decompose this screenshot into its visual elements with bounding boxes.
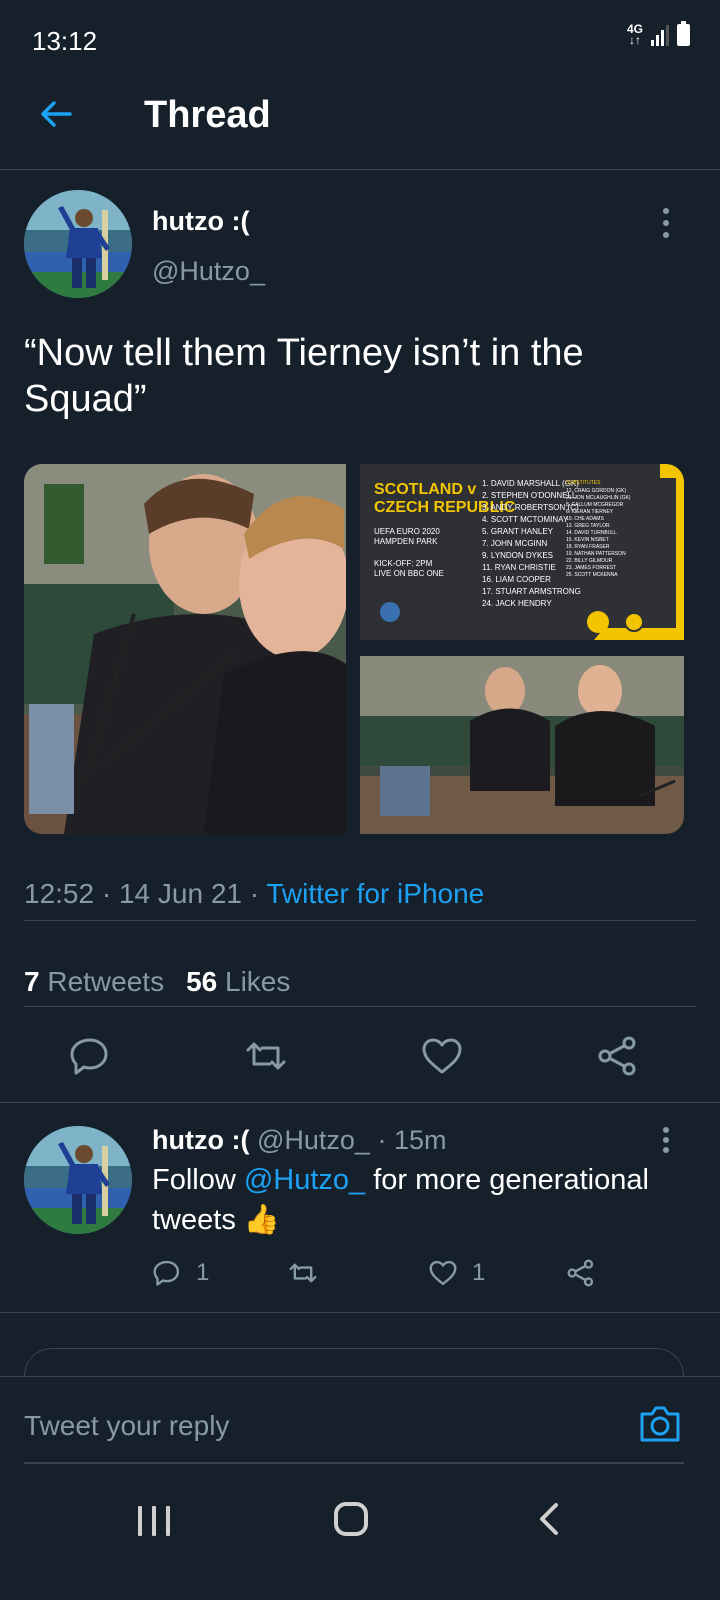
- avatar[interactable]: [24, 190, 132, 298]
- lineup-substitute: 19. NATHAN PATTERSON: [566, 551, 626, 557]
- lineup-substitute: 12. CRAIG GORDON (GK): [566, 488, 626, 494]
- lineup-substitute: 13. GREG TAYLOR: [566, 523, 610, 529]
- lineup-substitute: 23. JAMES FORREST: [566, 565, 616, 571]
- share-icon[interactable]: [596, 1034, 640, 1078]
- reply-text: Follow @Hutzo_ for more generational twe…: [152, 1160, 692, 1240]
- reply-retweet-action[interactable]: [288, 1258, 318, 1288]
- retweets-count: 7: [24, 966, 40, 997]
- reply-more-options-icon[interactable]: [656, 1126, 676, 1154]
- lineup-player: 2. STEPHEN O'DONNELL: [482, 491, 577, 500]
- reply-input[interactable]: Tweet your reply: [24, 1410, 229, 1442]
- like-icon: [429, 1260, 457, 1286]
- lineup-substitute: 15. KEVIN NISBET: [566, 537, 609, 543]
- status-time: 13:12: [32, 26, 98, 56]
- tweet-text: “Now tell them Tierney isn’t in the Squa…: [24, 332, 584, 420]
- lineup-player: 3. ANDY ROBERTSON (C): [482, 503, 579, 512]
- tweet-photo-2[interactable]: SCOTLAND v CZECH REPUBLIC UEFA EURO 2020…: [360, 464, 684, 640]
- reply-author-name[interactable]: hutzo :(: [152, 1125, 249, 1155]
- divider: [0, 1102, 720, 1103]
- top-app-bar: Thread: [0, 60, 720, 170]
- tweet-stats: 7 Retweets 56 Likes: [24, 966, 290, 998]
- likes-stat[interactable]: 56 Likes: [186, 966, 290, 998]
- graphic-event: UEFA EURO 2020: [374, 527, 440, 536]
- lineup-player: 16. LIAM COOPER: [482, 575, 551, 584]
- reply-time: · 15m: [377, 1125, 447, 1155]
- more-options-icon[interactable]: [656, 206, 676, 240]
- reply-like-action[interactable]: 1: [428, 1258, 485, 1288]
- reply-share-action[interactable]: [566, 1258, 596, 1288]
- reply-icon: [153, 1260, 180, 1286]
- retweet-icon[interactable]: [244, 1034, 288, 1078]
- author-name[interactable]: hutzo :(: [152, 206, 249, 237]
- lineup-player: 17. STUART ARMSTRONG: [482, 587, 581, 596]
- page-title: Thread: [144, 94, 271, 136]
- lineup-substitute: 25. SCOTT MCKENNA: [566, 572, 618, 578]
- like-count: 1: [472, 1259, 486, 1286]
- tweet-source-link[interactable]: Twitter for iPhone: [266, 878, 484, 909]
- divider: [0, 1312, 720, 1313]
- graphic-kickoff: KICK-OFF: 2PM: [374, 559, 433, 568]
- retweet-icon: [289, 1263, 317, 1283]
- divider: [24, 1006, 696, 1007]
- reply-avatar[interactable]: [24, 1126, 132, 1234]
- retweets-label: Retweets: [47, 966, 165, 997]
- scotland-crest-icon: [587, 611, 609, 633]
- lineup-player: 11. RYAN CHRISTIE: [482, 563, 556, 572]
- subs-heading: SUBSTITUTES: [566, 480, 601, 486]
- recent-apps-icon[interactable]: [138, 1506, 170, 1536]
- likes-count: 56: [186, 966, 218, 997]
- lineup-substitute: 14. DAVID TURNBULL: [566, 530, 617, 536]
- likes-label: Likes: [225, 966, 291, 997]
- lineup-substitute: 6. KIERAN TIERNEY: [566, 509, 614, 515]
- lineup-substitute: 21. JON MCLAUGHLIN (GK): [566, 495, 631, 501]
- back-arrow-icon[interactable]: [36, 94, 76, 134]
- lineup-player: 9. LYNDON DYKES: [482, 551, 553, 560]
- author-handle[interactable]: @Hutzo_: [152, 256, 265, 287]
- like-icon[interactable]: [420, 1034, 464, 1078]
- lineup-player: 7. JOHN MCGINN: [482, 539, 548, 548]
- graphic-heading: SCOTLAND v: [374, 481, 476, 498]
- retweets-stat[interactable]: 7 Retweets: [24, 966, 164, 998]
- reply-input-underline: [24, 1462, 684, 1464]
- reply-text-before: Follow: [152, 1164, 244, 1196]
- lineup-substitute: 22. BILLY GILMOUR: [566, 558, 613, 564]
- reply-mention-link[interactable]: @Hutzo_: [244, 1164, 365, 1196]
- reply-header: hutzo :( @Hutzo_ · 15m: [152, 1125, 446, 1156]
- reply-reply-action[interactable]: 1: [152, 1258, 209, 1288]
- meta-separator: ·: [94, 878, 119, 909]
- lineup-player: 1. DAVID MARSHALL (GK): [482, 479, 579, 488]
- signal-icon: [651, 24, 669, 46]
- system-back-icon[interactable]: [536, 1502, 562, 1536]
- lineup-substitute: 10. CHE ADAMS: [566, 516, 604, 522]
- divider: [24, 920, 696, 921]
- reply-count: 1: [196, 1259, 210, 1286]
- lineup-player: 4. SCOTT MCTOMINAY: [482, 515, 569, 524]
- share-icon: [567, 1259, 594, 1287]
- tweet-timestamp: 12:52 · 14 Jun 21 · Twitter for iPhone: [24, 878, 484, 910]
- lineup-player: 5. GRANT HANLEY: [482, 527, 554, 536]
- tweet-date: 14 Jun 21: [118, 878, 242, 909]
- graphic-venue: HAMPDEN PARK: [374, 537, 438, 546]
- lineup-player: 24. JACK HENDRY: [482, 599, 552, 608]
- reply-icon[interactable]: [68, 1034, 112, 1078]
- tweet-time: 12:52: [24, 878, 95, 909]
- meta-separator: ·: [241, 878, 267, 909]
- status-icons: 4G ↓↑: [627, 21, 690, 47]
- graphic-broadcast: LIVE ON BBC ONE: [374, 569, 444, 578]
- tweet-photo-1[interactable]: [24, 464, 346, 834]
- lineup-substitute: 8. CALLUM MCGREGOR: [566, 502, 624, 508]
- euro-logo-icon: [380, 602, 400, 622]
- battery-icon: [677, 21, 690, 46]
- lineup-substitute: 18. RYAN FRASER: [566, 544, 610, 550]
- tweet-photo-3[interactable]: [360, 656, 684, 834]
- bt-logo-icon: [624, 612, 644, 632]
- home-icon[interactable]: [334, 1502, 368, 1536]
- data-arrows-icon: ↓↑: [629, 33, 641, 47]
- camera-icon[interactable]: [638, 1404, 682, 1444]
- network-type: 4G ↓↑: [627, 23, 643, 47]
- reply-author-handle[interactable]: @Hutzo_: [257, 1125, 370, 1155]
